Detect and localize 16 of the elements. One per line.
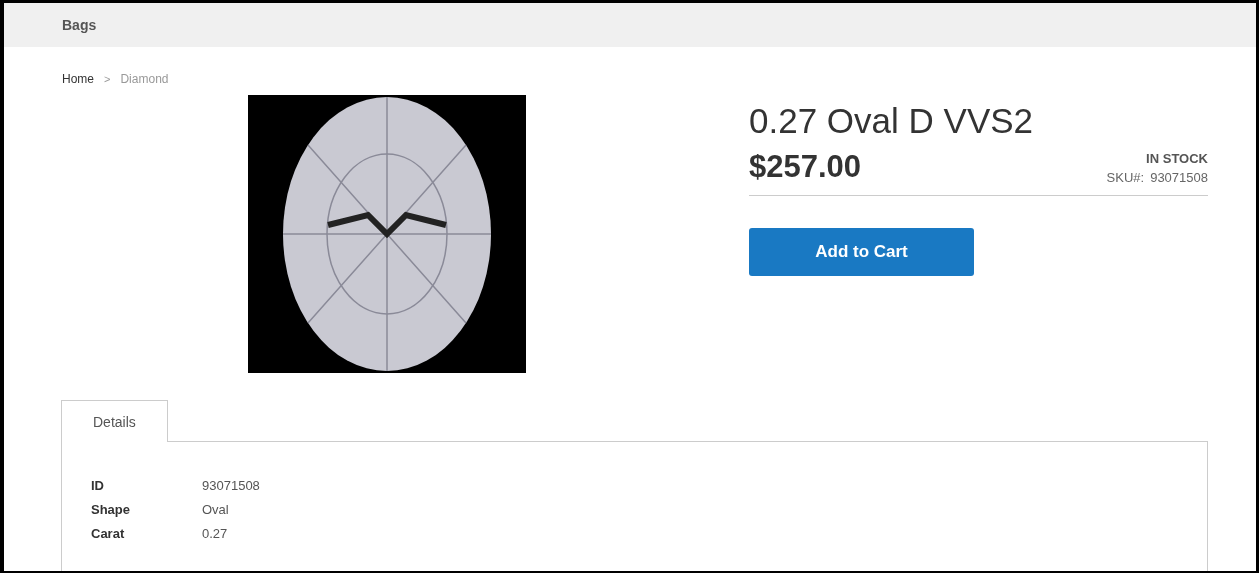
product-title: 0.27 Oval D VVS2 — [749, 101, 1035, 141]
breadcrumb-link[interactable]: Home — [62, 72, 94, 86]
category-title: Bags — [62, 17, 97, 33]
product-price: $257.00 — [749, 149, 862, 185]
attribute-label: Carat — [91, 526, 126, 542]
sku-label: SKU#: — [1106, 170, 1145, 185]
attribute-label: Shape — [91, 502, 131, 518]
add-to-cart-button[interactable]: Add to Cart — [749, 228, 974, 276]
attribute-value: 93071508 — [202, 478, 260, 494]
breadcrumb-separator: > — [104, 73, 111, 85]
details-tab[interactable]: Details — [61, 400, 168, 442]
sku-value: 93071508 — [1150, 170, 1208, 185]
stock-status: IN STOCK — [1146, 151, 1208, 166]
attribute-label: ID — [91, 478, 105, 494]
attribute-value: Oval — [202, 502, 229, 518]
attribute-value: 0.27 — [202, 526, 228, 542]
